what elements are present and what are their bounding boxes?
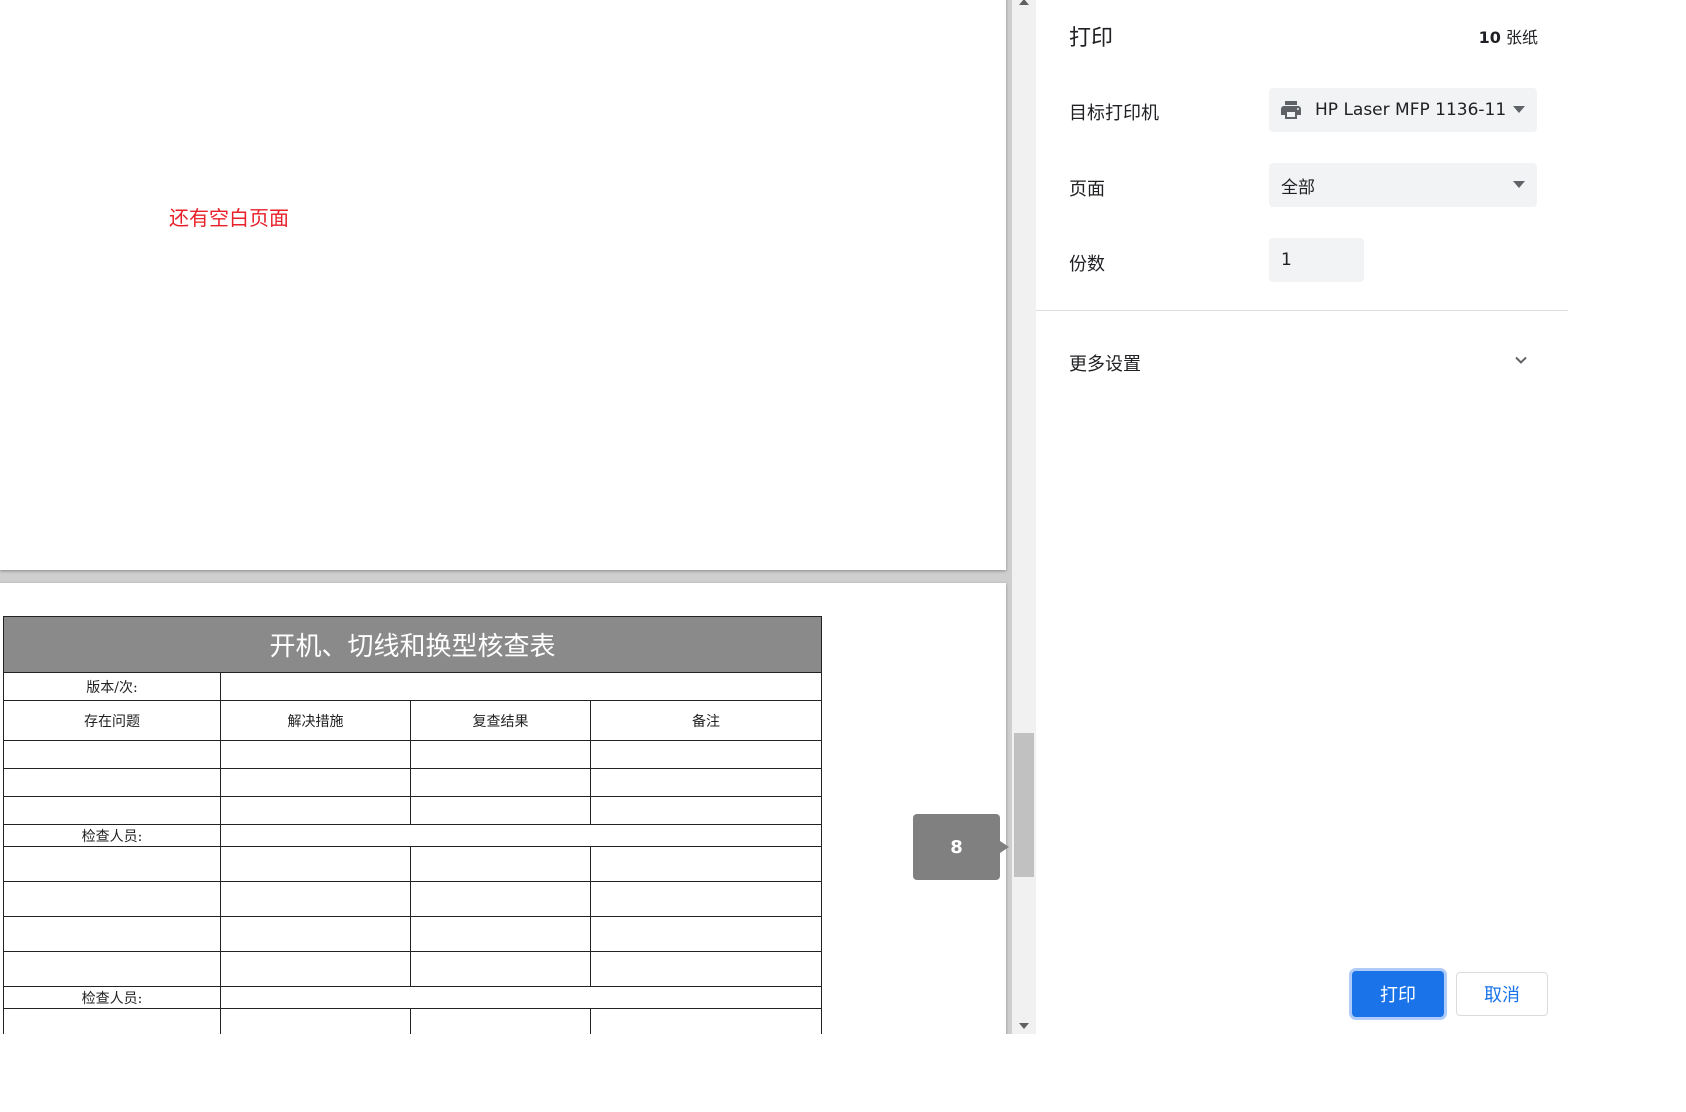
table-row	[3, 846, 823, 882]
preview-scrollbar[interactable]	[1012, 0, 1036, 1034]
table-cell	[219, 986, 823, 1009]
inspector-label: 检查人员:	[3, 824, 221, 847]
table-row	[3, 916, 823, 952]
scroll-down-arrow-icon[interactable]	[1019, 1023, 1029, 1029]
chevron-down-icon	[1515, 356, 1527, 364]
header-solution: 解决措施	[220, 700, 411, 741]
header-recheck: 复查结果	[410, 700, 591, 741]
destination-select[interactable]: HP Laser MFP 1136-11	[1269, 88, 1537, 132]
check-table: 开机、切线和换型核查表 版本/次: 存在问题 解决措施 复查结果 备注 检查人员…	[2, 616, 823, 1034]
page-number-indicator: 8	[913, 814, 1009, 880]
printer-icon	[1281, 101, 1301, 119]
copies-input[interactable]	[1269, 238, 1364, 282]
caret-down-icon	[1513, 106, 1525, 113]
table-row	[3, 740, 823, 769]
divider	[1036, 310, 1568, 311]
table-row	[3, 951, 823, 987]
pages-select[interactable]: 全部	[1269, 163, 1537, 207]
sheet-count-unit: 张纸	[1505, 28, 1538, 47]
cancel-button[interactable]: 取消	[1456, 972, 1548, 1016]
pages-label: 页面	[1069, 179, 1105, 200]
header-problem: 存在问题	[3, 700, 221, 741]
table-row	[3, 768, 823, 797]
destination-label: 目标打印机	[1069, 103, 1159, 124]
blank-page-note: 还有空白页面	[169, 206, 289, 230]
table-cell	[219, 824, 823, 847]
inspector-label: 检查人员:	[3, 986, 221, 1009]
more-settings-label: 更多设置	[1069, 354, 1141, 375]
table-title: 开机、切线和换型核查表	[2, 616, 823, 673]
copies-label: 份数	[1069, 254, 1105, 275]
panel-title: 打印	[1069, 26, 1114, 51]
print-button[interactable]: 打印	[1352, 971, 1444, 1017]
table-row	[3, 881, 823, 917]
table-cell	[219, 672, 823, 701]
caret-down-icon	[1513, 181, 1525, 188]
table-row	[3, 1008, 823, 1034]
preview-page: 还有空白页面	[0, 0, 1006, 570]
scroll-thumb[interactable]	[1014, 733, 1034, 877]
print-preview-area[interactable]: 还有空白页面 开机、切线和换型核查表 版本/次: 存在问题 解决措施 复查结果 …	[0, 0, 1036, 1034]
destination-value: HP Laser MFP 1136-11	[1315, 100, 1507, 120]
sheet-count: 10 张纸	[1479, 24, 1538, 48]
pages-value: 全部	[1281, 177, 1315, 198]
more-settings-toggle[interactable]: 更多设置	[1036, 335, 1568, 387]
version-label: 版本/次:	[3, 672, 221, 701]
sheet-count-number: 10	[1478, 28, 1501, 47]
header-remark: 备注	[589, 700, 823, 741]
scroll-up-arrow-icon[interactable]	[1019, 0, 1029, 5]
table-row	[3, 796, 823, 825]
preview-page: 开机、切线和换型核查表 版本/次: 存在问题 解决措施 复查结果 备注 检查人员…	[0, 583, 1006, 1034]
print-settings-panel: 打印 10 张纸 目标打印机 HP Laser MFP 1136-11 页面 全…	[1036, 0, 1568, 1034]
